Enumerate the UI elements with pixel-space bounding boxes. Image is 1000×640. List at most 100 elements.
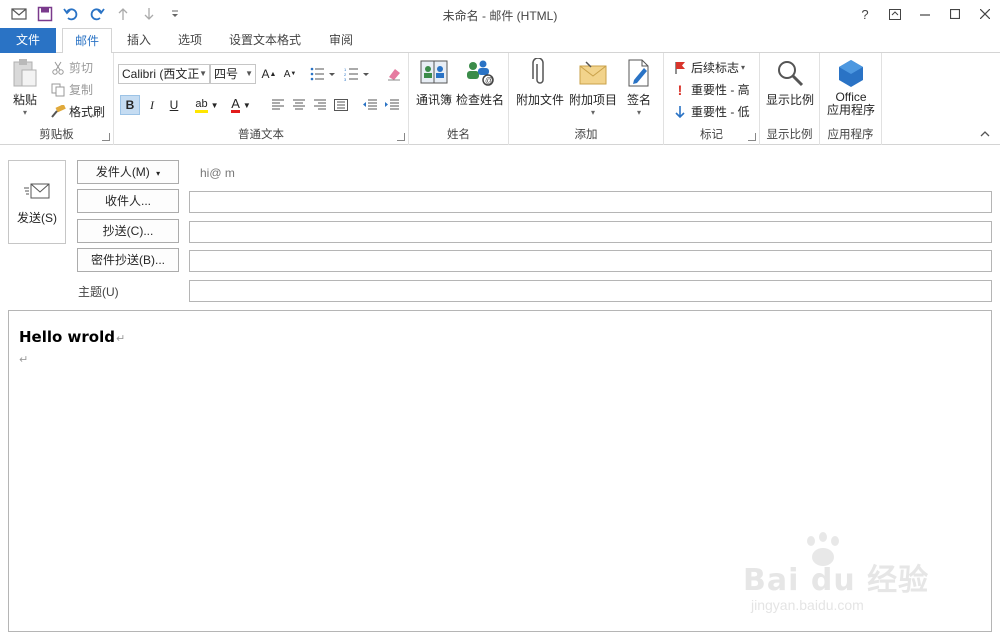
align-right-icon — [314, 99, 326, 110]
send-button[interactable]: 发送(S) — [8, 160, 66, 244]
arrow-up-icon[interactable] — [110, 1, 136, 27]
importance-low-label: 重要性 - 低 — [691, 105, 750, 119]
tab-options[interactable]: 选项 — [166, 28, 214, 53]
tags-launcher[interactable] — [748, 133, 756, 141]
group-basic-text: Calibri (西文正 ▼ 四号 ▼ A ▲ A ▼ 123 B I U ab ▼ … — [114, 53, 409, 145]
follow-up-label: 后续标志 — [691, 61, 740, 75]
signature-button[interactable]: 签名 ▾ — [619, 57, 659, 117]
names-group-label: 姓名 — [447, 129, 470, 141]
font-color-button[interactable]: A ▼ — [226, 95, 256, 115]
zoom-label: 显示比例 — [765, 93, 814, 107]
cc-button[interactable]: 抄送(C)... — [77, 219, 179, 243]
envelope-icon — [577, 57, 609, 89]
ribbon: 粘贴 ▾ 剪切 复制 格式刷 剪贴板 Calibri (西文正 ▼ 四号 ▼ A… — [0, 53, 1000, 145]
minimize-button[interactable] — [910, 0, 940, 28]
scissors-icon — [50, 60, 66, 76]
align-center-button[interactable] — [289, 95, 309, 115]
clear-formatting-button[interactable] — [384, 64, 404, 84]
group-apps: Office 应用程序 应用程序 — [820, 53, 882, 145]
brush-icon — [50, 104, 66, 120]
numbered-list-icon: 123 — [344, 67, 369, 81]
to-field[interactable] — [189, 191, 992, 213]
highlight-button[interactable]: ab ▼ — [192, 95, 222, 115]
attach-file-label: 附加文件 — [515, 93, 564, 107]
follow-up-button[interactable]: 后续标志 ▾ — [672, 59, 745, 76]
customize-qat-icon[interactable] — [162, 1, 188, 27]
italic-button[interactable]: I — [142, 95, 162, 115]
arrow-down-icon[interactable] — [136, 1, 162, 27]
group-tags: 后续标志 ▾ ! 重要性 - 高 重要性 - 低 标记 — [664, 53, 760, 145]
bold-button[interactable]: B — [120, 95, 140, 115]
message-body[interactable]: Hello wrold↵ ↵ Bai du 经验 jingyan.baidu.c… — [8, 310, 992, 632]
window-controls: ? — [850, 0, 1000, 28]
office-apps-label-2: 应用程序 — [826, 103, 875, 117]
office-apps-button[interactable]: Office 应用程序 — [824, 57, 878, 117]
body-line-1: Hello wrold↵ — [19, 328, 125, 346]
align-left-button[interactable] — [268, 95, 288, 115]
font-size-combo[interactable]: 四号 ▼ — [210, 64, 256, 84]
bcc-button[interactable]: 密件抄送(B)... — [77, 248, 179, 272]
mail-icon[interactable] — [6, 1, 32, 27]
from-button[interactable]: 发件人(M) ▾ — [77, 160, 179, 184]
paperclip-icon — [524, 57, 556, 89]
justify-button[interactable] — [331, 95, 351, 115]
copy-label: 复制 — [69, 83, 94, 97]
tab-format-text[interactable]: 设置文本格式 — [220, 28, 310, 53]
bullets-button[interactable] — [308, 64, 338, 84]
svg-text:@: @ — [485, 76, 493, 85]
align-right-button[interactable] — [310, 95, 330, 115]
close-button[interactable] — [970, 0, 1000, 28]
tab-file[interactable]: 文件 — [0, 28, 56, 53]
clipboard-launcher[interactable] — [102, 133, 110, 141]
check-names-button[interactable]: @ 检查姓名 — [455, 57, 505, 108]
address-book-button[interactable]: 通讯簿 — [413, 57, 455, 108]
group-include: 附加文件 附加项目 ▾ 签名 ▾ 添加 — [509, 53, 664, 145]
chevron-up-icon — [980, 131, 990, 137]
group-clipboard: 粘贴 ▾ 剪切 复制 格式刷 剪贴板 — [0, 53, 114, 145]
eraser-icon — [388, 69, 400, 81]
shrink-font-button[interactable]: A ▼ — [280, 64, 300, 84]
watermark: Bai du 经验 jingyan.baidu.com — [743, 531, 963, 621]
tab-review[interactable]: 审阅 — [318, 28, 364, 53]
signature-label: 签名 — [626, 93, 651, 107]
tab-insert[interactable]: 插入 — [116, 28, 162, 53]
bcc-field[interactable] — [189, 250, 992, 272]
tab-mail[interactable]: 邮件 — [62, 28, 112, 54]
font-name-combo[interactable]: Calibri (西文正 ▼ — [118, 64, 210, 84]
body-line-2: ↵ — [19, 354, 29, 366]
font-color-label: A — [231, 96, 240, 113]
ribbon-display-options-button[interactable] — [880, 0, 910, 28]
importance-high-button[interactable]: ! 重要性 - 高 — [672, 81, 750, 98]
basic-text-group-label: 普通文本 — [238, 129, 284, 141]
help-button[interactable]: ? — [850, 0, 880, 28]
importance-low-button[interactable]: 重要性 - 低 — [672, 103, 750, 120]
signature-icon — [623, 57, 655, 89]
cc-field[interactable] — [189, 221, 992, 243]
increase-indent-button[interactable] — [382, 95, 402, 115]
numbering-button[interactable]: 123 — [342, 64, 372, 84]
maximize-button[interactable] — [940, 0, 970, 28]
paste-button[interactable]: 粘贴 ▾ — [6, 57, 44, 117]
grow-font-button[interactable]: A ▲ — [259, 64, 279, 84]
increase-indent-icon — [385, 99, 399, 110]
format-painter-button[interactable]: 格式刷 — [50, 103, 105, 120]
decrease-indent-icon — [363, 99, 377, 110]
copy-button[interactable]: 复制 — [50, 81, 93, 98]
send-label: 发送(S) — [17, 211, 57, 225]
undo-icon[interactable] — [58, 1, 84, 27]
collapse-ribbon-button[interactable] — [980, 129, 990, 140]
subject-field[interactable] — [189, 280, 992, 302]
underline-button[interactable]: U — [164, 95, 184, 115]
decrease-indent-button[interactable] — [360, 95, 380, 115]
ribbon-tabs: 文件 邮件 插入 选项 设置文本格式 审阅 — [0, 28, 1000, 54]
cut-button[interactable]: 剪切 — [50, 59, 93, 76]
attach-item-button[interactable]: 附加项目 ▾ — [567, 57, 619, 117]
from-label: 发件人(M) — [95, 165, 150, 179]
attach-file-button[interactable]: 附加文件 — [513, 57, 567, 108]
basic-text-launcher[interactable] — [397, 133, 405, 141]
redo-icon[interactable] — [84, 1, 110, 27]
save-icon[interactable] — [32, 1, 58, 27]
to-button[interactable]: 收件人... — [77, 189, 179, 213]
group-names: 通讯簿 @ 检查姓名 姓名 — [409, 53, 509, 145]
zoom-button[interactable]: 显示比例 — [764, 57, 816, 108]
